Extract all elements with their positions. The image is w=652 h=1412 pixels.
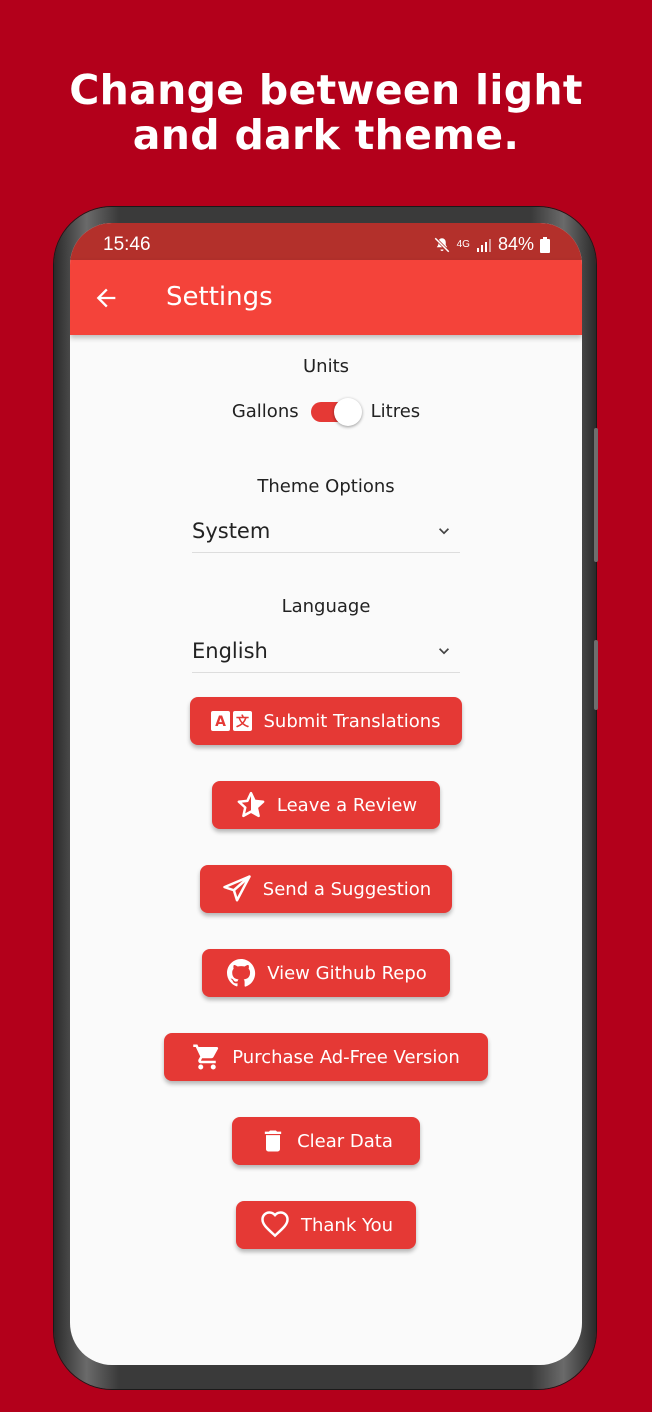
app-bar: Settings: [70, 260, 582, 335]
purchase-ad-free-button[interactable]: Purchase Ad-Free Version: [164, 1033, 488, 1081]
gallons-label: Gallons: [231, 401, 299, 422]
signal-icon: [476, 238, 491, 252]
status-time: 15:46: [103, 234, 151, 255]
submit-translations-button[interactable]: A 文 Submit Translations: [190, 697, 462, 745]
heart-icon: [261, 1211, 289, 1238]
toggle-knob: [333, 397, 362, 426]
submit-translations-label: Submit Translations: [263, 710, 441, 732]
status-icons: 4G 84%: [433, 234, 550, 255]
clear-data-button[interactable]: Clear Data: [232, 1117, 420, 1165]
leave-review-button[interactable]: Leave a Review: [212, 781, 440, 829]
battery-icon: [540, 236, 550, 253]
theme-dropdown[interactable]: System: [192, 513, 460, 553]
translate-icon: A 文: [211, 711, 253, 731]
view-github-button[interactable]: View Github Repo: [202, 949, 450, 997]
thank-you-label: Thank You: [300, 1214, 393, 1236]
send-suggestion-button[interactable]: Send a Suggestion: [200, 865, 452, 913]
star-icon: [237, 791, 265, 818]
language-dropdown[interactable]: English: [192, 633, 460, 673]
github-icon: [227, 959, 256, 987]
back-arrow-icon[interactable]: [92, 284, 120, 312]
view-github-label: View Github Repo: [267, 962, 427, 984]
language-label: Language: [281, 596, 371, 617]
send-icon: [223, 875, 251, 902]
promo-headline: Change between light and dark theme.: [0, 68, 652, 158]
svg-text:文: 文: [236, 714, 250, 730]
units-label: Units: [302, 356, 350, 377]
power-button: [594, 640, 598, 710]
volume-button: [594, 428, 598, 562]
promo-line-2: and dark theme.: [132, 111, 520, 159]
theme-dropdown-value: System: [192, 519, 271, 543]
litres-label: Litres: [370, 401, 421, 422]
svg-text:A: A: [216, 714, 227, 730]
theme-options-label: Theme Options: [257, 476, 395, 497]
chevron-down-icon: [439, 528, 449, 535]
units-toggle[interactable]: [310, 397, 362, 426]
language-dropdown-value: English: [192, 639, 268, 663]
send-suggestion-label: Send a Suggestion: [262, 878, 432, 900]
status-bar: 15:46 4G 84%: [70, 223, 582, 260]
leave-review-label: Leave a Review: [276, 794, 418, 816]
units-toggle-row: Gallons Litres: [70, 397, 582, 426]
mute-icon: [433, 236, 450, 253]
phone-screen: 15:46 4G 84% Settings Units Gallons Litr…: [70, 223, 582, 1365]
cart-icon: [193, 1044, 219, 1070]
promo-line-1: Change between light: [69, 66, 583, 114]
purchase-ad-free-label: Purchase Ad-Free Version: [232, 1046, 460, 1068]
page-title: Settings: [166, 282, 273, 312]
battery-percent: 84%: [497, 234, 534, 254]
network-type: 4G: [456, 238, 470, 250]
chevron-down-icon: [439, 648, 449, 655]
clear-data-label: Clear Data: [297, 1130, 393, 1152]
trash-icon: [264, 1130, 282, 1152]
thank-you-button[interactable]: Thank You: [236, 1201, 416, 1249]
